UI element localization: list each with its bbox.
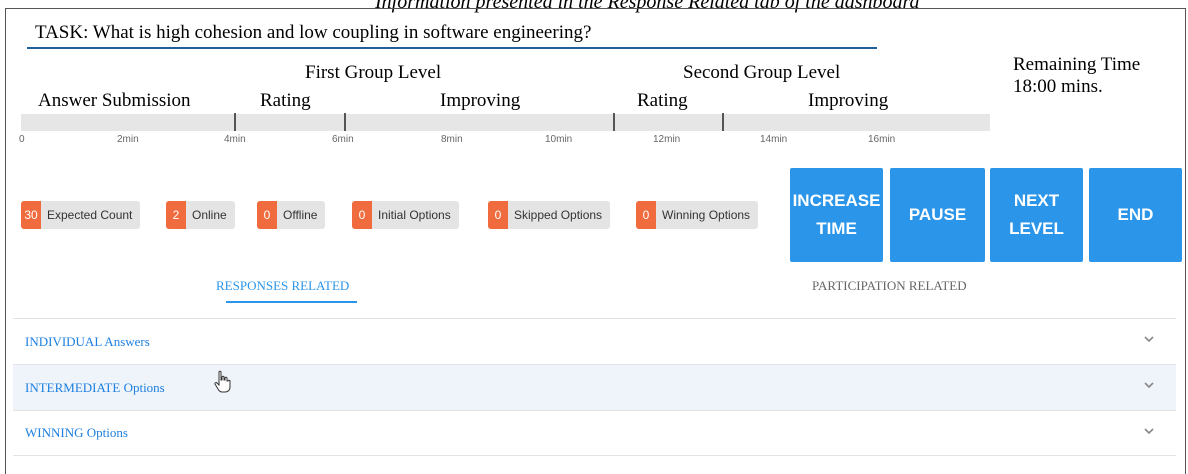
panel-individual-answers[interactable]: INDIVIDUAL Answers <box>13 318 1176 364</box>
timeline-tick: 0 <box>19 134 25 145</box>
badge-online: 2 Online <box>166 201 235 229</box>
tab-responses-related[interactable]: RESPONSES RELATED <box>216 278 349 294</box>
task-title: TASK: What is high cohesion and low coup… <box>35 22 592 43</box>
phase-rating-2: Rating <box>637 90 688 111</box>
remaining-time-value: 18:00 mins. <box>1013 76 1103 97</box>
remaining-time: Remaining Time 18:00 mins. <box>1013 54 1140 98</box>
timeline-divider <box>234 113 236 131</box>
next-level-label: NEXT LEVEL <box>1009 191 1064 238</box>
panel-title: WINNING Options <box>25 425 128 440</box>
tab-participation-related[interactable]: PARTICIPATION RELATED <box>812 278 967 294</box>
badge-count: 0 <box>488 201 508 229</box>
badge-label: Winning Options <box>662 208 751 222</box>
badge-label: Skipped Options <box>514 208 603 222</box>
panel-title: INDIVIDUAL Answers <box>25 333 150 349</box>
badge-winning-options: 0 Winning Options <box>636 201 759 229</box>
badge-label: Offline <box>283 208 318 222</box>
badge-label: Expected Count <box>47 208 133 222</box>
phase-rating-1: Rating <box>260 90 311 111</box>
increase-time-button[interactable]: INCREASE TIME <box>790 168 883 262</box>
badge-count: 0 <box>636 201 656 229</box>
phase-improving-2: Improving <box>808 90 889 111</box>
timeline-tick: 2min <box>117 134 139 145</box>
task-underline <box>27 47 877 49</box>
timeline-tick: 10min <box>545 134 573 145</box>
panel-title: INTERMEDIATE Options <box>25 379 165 395</box>
pause-button[interactable]: PAUSE <box>890 168 985 262</box>
timeline-divider <box>722 113 724 131</box>
end-label: END <box>1117 205 1154 224</box>
timeline-tick: 12min <box>653 134 681 145</box>
end-button[interactable]: END <box>1089 168 1182 262</box>
chevron-down-icon <box>1144 336 1154 343</box>
chevron-down-icon <box>1144 382 1154 389</box>
badge-count: 30 <box>21 201 41 229</box>
badge-skipped-options: 0 Skipped Options <box>488 201 611 229</box>
chevron-down-icon <box>1144 428 1154 435</box>
phase-answer-submission: Answer Submission <box>38 90 191 111</box>
timeline-divider <box>613 113 615 131</box>
timeline-divider <box>344 113 346 131</box>
timeline-tick: 8min <box>441 134 463 145</box>
badge-label: Initial Options <box>378 208 451 222</box>
timeline-tick: 6min <box>332 134 354 145</box>
badge-offline: 0 Offline <box>257 201 326 229</box>
pause-label: PAUSE <box>908 205 967 224</box>
next-level-button[interactable]: NEXT LEVEL <box>990 168 1083 262</box>
second-group-label: Second Group Level <box>683 62 841 83</box>
remaining-time-label: Remaining Time <box>1013 54 1141 75</box>
hand-cursor-icon <box>214 370 231 393</box>
badge-count: 2 <box>166 201 186 229</box>
badge-initial-options: 0 Initial Options <box>352 201 459 229</box>
phase-improving-1: Improving <box>440 90 521 111</box>
active-tab-indicator <box>226 301 357 303</box>
increase-time-label: INCREASE TIME <box>792 191 881 238</box>
timeline-tick: 4min <box>224 134 246 145</box>
badge-expected-count: 30 Expected Count <box>21 201 141 229</box>
timeline-tick: 16min <box>868 134 896 145</box>
first-group-label: First Group Level <box>305 62 442 83</box>
panel-intermediate-options[interactable]: INTERMEDIATE Options <box>13 364 1176 410</box>
badge-label: Online <box>192 208 227 222</box>
panel-winning-options[interactable]: WINNING Options <box>13 410 1176 456</box>
badge-count: 0 <box>257 201 277 229</box>
timeline-track <box>21 114 990 131</box>
timeline-tick: 14min <box>760 134 788 145</box>
badge-count: 0 <box>352 201 372 229</box>
